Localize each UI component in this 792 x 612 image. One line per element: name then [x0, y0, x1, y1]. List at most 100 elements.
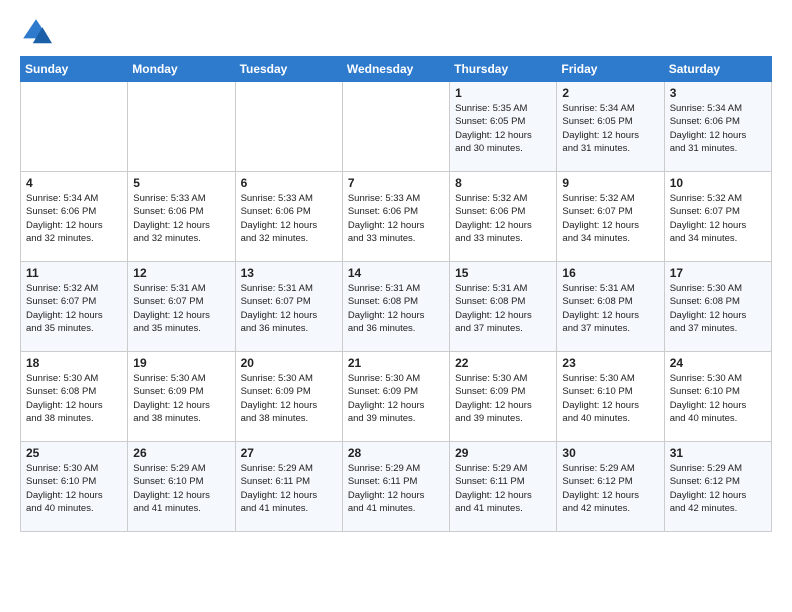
cell-content: Sunrise: 5:32 AM Sunset: 6:07 PM Dayligh…: [562, 192, 658, 245]
cell-content: Sunrise: 5:29 AM Sunset: 6:12 PM Dayligh…: [562, 462, 658, 515]
cell-content: Sunrise: 5:29 AM Sunset: 6:10 PM Dayligh…: [133, 462, 229, 515]
column-header-sunday: Sunday: [21, 57, 128, 82]
calendar-cell: 2Sunrise: 5:34 AM Sunset: 6:05 PM Daylig…: [557, 82, 664, 172]
calendar-cell: 9 Sunrise: 5:32 AM Sunset: 6:07 PM Daylig…: [557, 172, 664, 262]
day-number: 31: [670, 446, 766, 460]
cell-content: Sunrise: 5:33 AM Sunset: 6:06 PM Dayligh…: [133, 192, 229, 245]
calendar-cell: 15 Sunrise: 5:31 AM Sunset: 6:08 PM Dayli…: [450, 262, 557, 352]
calendar-cell: 10 Sunrise: 5:32 AM Sunset: 6:07 PM Dayli…: [664, 172, 771, 262]
cell-content: Sunrise: 5:34 AM Sunset: 6:06 PM Dayligh…: [26, 192, 122, 245]
day-number: 9: [562, 176, 658, 190]
calendar-cell: 29 Sunrise: 5:29 AM Sunset: 6:11 PM Dayli…: [450, 442, 557, 532]
calendar-cell: 6 Sunrise: 5:33 AM Sunset: 6:06 PM Daylig…: [235, 172, 342, 262]
column-header-friday: Friday: [557, 57, 664, 82]
calendar-cell: 14 Sunrise: 5:31 AM Sunset: 6:08 PM Dayli…: [342, 262, 449, 352]
day-number: 1: [455, 86, 551, 100]
calendar-cell: 31Sunrise: 5:29 AM Sunset: 6:12 PM Dayli…: [664, 442, 771, 532]
calendar-cell: 4 Sunrise: 5:34 AM Sunset: 6:06 PM Daylig…: [21, 172, 128, 262]
day-number: 4: [26, 176, 122, 190]
calendar-cell: [128, 82, 235, 172]
day-number: 7: [348, 176, 444, 190]
calendar-cell: 13 Sunrise: 5:31 AM Sunset: 6:07 PM Dayli…: [235, 262, 342, 352]
day-number: 28: [348, 446, 444, 460]
cell-content: Sunrise: 5:33 AM Sunset: 6:06 PM Dayligh…: [241, 192, 337, 245]
day-number: 25: [26, 446, 122, 460]
calendar-cell: 22 Sunrise: 5:30 AM Sunset: 6:09 PM Dayli…: [450, 352, 557, 442]
cell-content: Sunrise: 5:33 AM Sunset: 6:06 PM Dayligh…: [348, 192, 444, 245]
calendar-cell: [21, 82, 128, 172]
calendar-cell: 21Sunrise: 5:30 AM Sunset: 6:09 PM Dayli…: [342, 352, 449, 442]
column-header-wednesday: Wednesday: [342, 57, 449, 82]
calendar-cell: 18 Sunrise: 5:30 AM Sunset: 6:08 PM Dayli…: [21, 352, 128, 442]
calendar-cell: 23Sunrise: 5:30 AM Sunset: 6:10 PM Dayli…: [557, 352, 664, 442]
cell-content: Sunrise: 5:29 AM Sunset: 6:11 PM Dayligh…: [455, 462, 551, 515]
calendar-cell: [342, 82, 449, 172]
day-number: 10: [670, 176, 766, 190]
cell-content: Sunrise: 5:31 AM Sunset: 6:07 PM Dayligh…: [133, 282, 229, 335]
calendar-cell: 16 Sunrise: 5:31 AM Sunset: 6:08 PM Dayli…: [557, 262, 664, 352]
calendar-cell: 3 Sunrise: 5:34 AM Sunset: 6:06 PM Daylig…: [664, 82, 771, 172]
day-number: 8: [455, 176, 551, 190]
calendar-cell: 24 Sunrise: 5:30 AM Sunset: 6:10 PM Dayli…: [664, 352, 771, 442]
day-number: 2: [562, 86, 658, 100]
calendar-cell: 12Sunrise: 5:31 AM Sunset: 6:07 PM Dayli…: [128, 262, 235, 352]
cell-content: Sunrise: 5:30 AM Sunset: 6:08 PM Dayligh…: [670, 282, 766, 335]
day-number: 15: [455, 266, 551, 280]
calendar-cell: 26Sunrise: 5:29 AM Sunset: 6:10 PM Dayli…: [128, 442, 235, 532]
day-number: 6: [241, 176, 337, 190]
day-number: 16: [562, 266, 658, 280]
cell-content: Sunrise: 5:31 AM Sunset: 6:08 PM Dayligh…: [348, 282, 444, 335]
cell-content: Sunrise: 5:31 AM Sunset: 6:08 PM Dayligh…: [562, 282, 658, 335]
week-row-1: 1 Sunrise: 5:35 AM Sunset: 6:05 PM Daylig…: [21, 82, 772, 172]
day-number: 29: [455, 446, 551, 460]
column-header-saturday: Saturday: [664, 57, 771, 82]
calendar-cell: 19 Sunrise: 5:30 AM Sunset: 6:09 PM Dayli…: [128, 352, 235, 442]
calendar-cell: 17 Sunrise: 5:30 AM Sunset: 6:08 PM Dayli…: [664, 262, 771, 352]
day-number: 30: [562, 446, 658, 460]
cell-content: Sunrise: 5:30 AM Sunset: 6:10 PM Dayligh…: [670, 372, 766, 425]
day-number: 14: [348, 266, 444, 280]
cell-content: Sunrise: 5:30 AM Sunset: 6:09 PM Dayligh…: [348, 372, 444, 425]
cell-content: Sunrise: 5:31 AM Sunset: 6:07 PM Dayligh…: [241, 282, 337, 335]
calendar-cell: 11Sunrise: 5:32 AM Sunset: 6:07 PM Dayli…: [21, 262, 128, 352]
cell-content: Sunrise: 5:29 AM Sunset: 6:11 PM Dayligh…: [348, 462, 444, 515]
calendar-cell: 27 Sunrise: 5:29 AM Sunset: 6:11 PM Dayli…: [235, 442, 342, 532]
day-number: 22: [455, 356, 551, 370]
day-number: 18: [26, 356, 122, 370]
calendar-cell: 7 Sunrise: 5:33 AM Sunset: 6:06 PM Daylig…: [342, 172, 449, 262]
cell-content: Sunrise: 5:32 AM Sunset: 6:06 PM Dayligh…: [455, 192, 551, 245]
header-row: SundayMondayTuesdayWednesdayThursdayFrid…: [21, 57, 772, 82]
cell-content: Sunrise: 5:30 AM Sunset: 6:08 PM Dayligh…: [26, 372, 122, 425]
logo-icon: [20, 16, 52, 48]
week-row-5: 25Sunrise: 5:30 AM Sunset: 6:10 PM Dayli…: [21, 442, 772, 532]
week-row-4: 18 Sunrise: 5:30 AM Sunset: 6:08 PM Dayli…: [21, 352, 772, 442]
day-number: 24: [670, 356, 766, 370]
calendar-cell: 20Sunrise: 5:30 AM Sunset: 6:09 PM Dayli…: [235, 352, 342, 442]
column-header-thursday: Thursday: [450, 57, 557, 82]
week-row-3: 11Sunrise: 5:32 AM Sunset: 6:07 PM Dayli…: [21, 262, 772, 352]
cell-content: Sunrise: 5:35 AM Sunset: 6:05 PM Dayligh…: [455, 102, 551, 155]
cell-content: Sunrise: 5:29 AM Sunset: 6:11 PM Dayligh…: [241, 462, 337, 515]
calendar-table: SundayMondayTuesdayWednesdayThursdayFrid…: [20, 56, 772, 532]
calendar-cell: 25Sunrise: 5:30 AM Sunset: 6:10 PM Dayli…: [21, 442, 128, 532]
cell-content: Sunrise: 5:30 AM Sunset: 6:09 PM Dayligh…: [455, 372, 551, 425]
cell-content: Sunrise: 5:32 AM Sunset: 6:07 PM Dayligh…: [670, 192, 766, 245]
cell-content: Sunrise: 5:34 AM Sunset: 6:06 PM Dayligh…: [670, 102, 766, 155]
column-header-tuesday: Tuesday: [235, 57, 342, 82]
calendar-cell: [235, 82, 342, 172]
day-number: 27: [241, 446, 337, 460]
calendar-cell: 1 Sunrise: 5:35 AM Sunset: 6:05 PM Daylig…: [450, 82, 557, 172]
calendar-cell: 28 Sunrise: 5:29 AM Sunset: 6:11 PM Dayli…: [342, 442, 449, 532]
calendar-cell: 5Sunrise: 5:33 AM Sunset: 6:06 PM Daylig…: [128, 172, 235, 262]
calendar-cell: 8 Sunrise: 5:32 AM Sunset: 6:06 PM Daylig…: [450, 172, 557, 262]
day-number: 3: [670, 86, 766, 100]
cell-content: Sunrise: 5:30 AM Sunset: 6:09 PM Dayligh…: [133, 372, 229, 425]
day-number: 19: [133, 356, 229, 370]
cell-content: Sunrise: 5:31 AM Sunset: 6:08 PM Dayligh…: [455, 282, 551, 335]
page-header: [20, 16, 772, 48]
day-number: 13: [241, 266, 337, 280]
cell-content: Sunrise: 5:32 AM Sunset: 6:07 PM Dayligh…: [26, 282, 122, 335]
logo: [20, 16, 56, 48]
day-number: 17: [670, 266, 766, 280]
cell-content: Sunrise: 5:30 AM Sunset: 6:09 PM Dayligh…: [241, 372, 337, 425]
